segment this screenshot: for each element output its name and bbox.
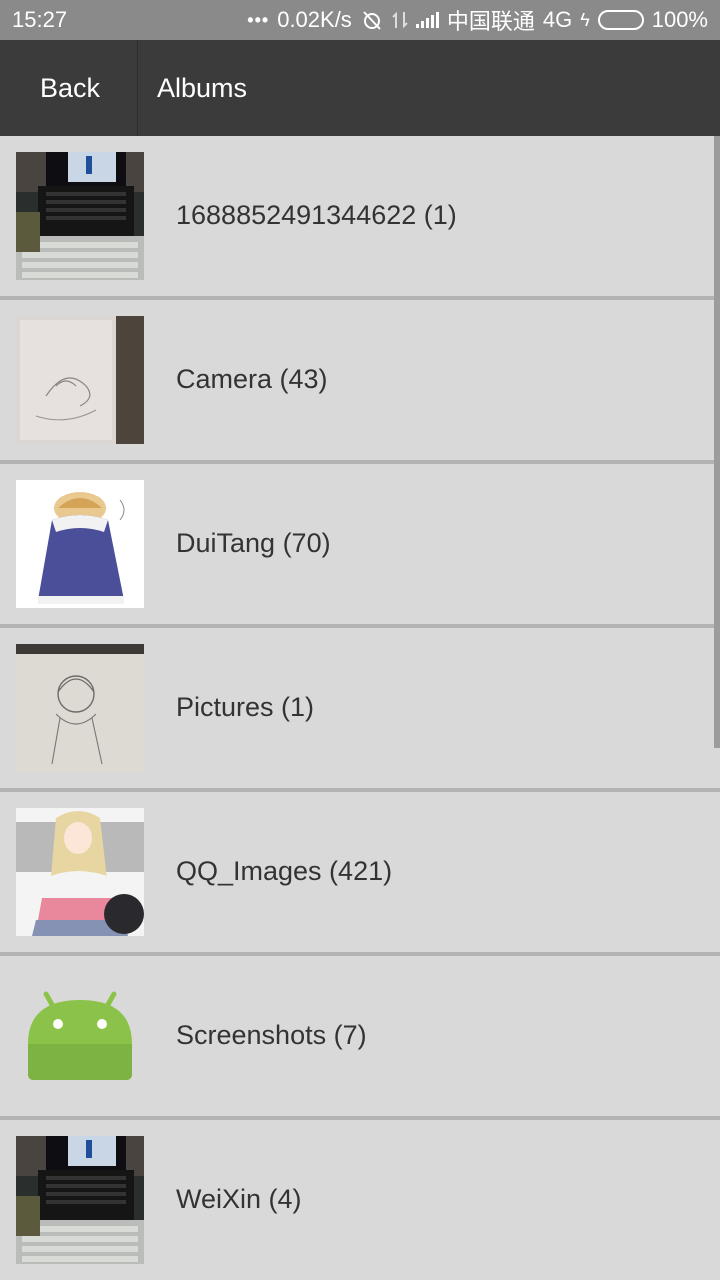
album-item[interactable]: Camera (43) bbox=[0, 300, 720, 464]
battery-percent: 100% bbox=[651, 7, 708, 32]
album-item[interactable]: QQ_Images (421) bbox=[0, 792, 720, 956]
data-transfer-icon bbox=[392, 11, 408, 29]
carrier-name: 中国联通 bbox=[446, 9, 535, 34]
scrollbar[interactable] bbox=[714, 136, 720, 748]
album-item[interactable]: WeiXin (4) bbox=[0, 1120, 720, 1280]
album-thumbnail bbox=[16, 152, 144, 280]
album-thumbnail bbox=[16, 1136, 144, 1264]
album-label: 1688852491344622 (1) bbox=[176, 200, 457, 230]
album-item[interactable]: Pictures (1) bbox=[0, 628, 720, 792]
album-label: Camera (43) bbox=[176, 364, 328, 394]
album-label: Pictures (1) bbox=[176, 692, 315, 722]
signal-strength-icon bbox=[415, 12, 439, 28]
network-type: 4G bbox=[542, 7, 573, 32]
status-indicators: ••• 0.02K/s 中国联通 4G ϟ 100% bbox=[247, 4, 708, 36]
album-thumbnail bbox=[16, 644, 144, 772]
status-bar: 15:27 ••• 0.02K/s 中国联通 4G ϟ 100% bbox=[0, 0, 720, 40]
album-item[interactable]: 1688852491344622 (1) bbox=[0, 136, 720, 300]
alarm-off-icon bbox=[363, 11, 381, 30]
app-bar: Back Albums bbox=[0, 40, 720, 136]
album-list: 1688852491344622 (1) Camera (43) DuiTang… bbox=[0, 136, 720, 1280]
album-label: WeiXin (4) bbox=[176, 1184, 302, 1214]
page-title: Albums bbox=[157, 72, 248, 103]
album-label: QQ_Images (421) bbox=[176, 856, 393, 886]
status-time: 15:27 bbox=[12, 7, 68, 32]
album-thumbnail bbox=[16, 316, 144, 444]
android-icon bbox=[16, 972, 144, 1100]
charging-icon: ϟ bbox=[580, 9, 590, 30]
network-speed: 0.02K/s bbox=[277, 7, 352, 32]
battery-icon bbox=[597, 10, 644, 30]
album-thumbnail bbox=[16, 480, 144, 608]
album-item[interactable]: DuiTang (70) bbox=[0, 464, 720, 628]
album-label: DuiTang (70) bbox=[176, 528, 331, 558]
album-label: Screenshots (7) bbox=[176, 1020, 367, 1050]
notification-dots-icon: ••• bbox=[247, 9, 270, 30]
back-button[interactable]: Back bbox=[0, 40, 138, 136]
album-thumbnail bbox=[16, 808, 144, 936]
album-item[interactable]: Screenshots (7) bbox=[0, 956, 720, 1120]
